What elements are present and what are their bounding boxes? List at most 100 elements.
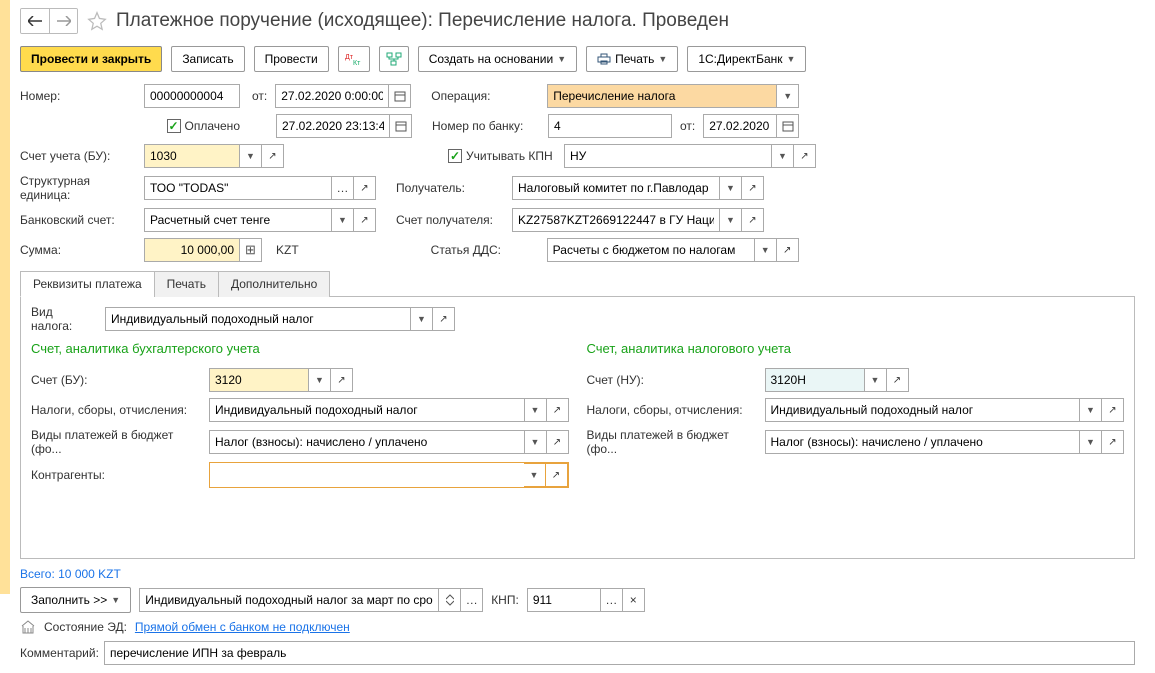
paytypes-nu-field[interactable] [765,430,1081,454]
knp-clear[interactable]: × [623,588,645,612]
recipient-field[interactable] [512,176,720,200]
fill-button[interactable]: Заполнить >> ▼ [20,587,131,613]
acc-bu-open[interactable]: ↗ [331,368,353,392]
paid-label: Оплачено [185,119,240,133]
knp-field[interactable] [527,588,601,612]
tax-type-open[interactable]: ↗ [433,307,455,331]
dds-field[interactable] [547,238,755,262]
paytypes-bu-dropdown[interactable]: ▼ [525,430,547,454]
counter-dropdown[interactable]: ▼ [524,463,546,487]
chevron-down-icon: ▼ [531,437,540,447]
chevron-down-icon: ▼ [761,245,770,255]
taxes-bu-dropdown[interactable]: ▼ [525,398,547,422]
bu-section-title: Счет, аналитика бухгалтерского учета [31,341,569,356]
tax-type-field[interactable] [105,307,411,331]
bank-acc-dropdown[interactable]: ▼ [332,208,354,232]
taxes-nu-dropdown[interactable]: ▼ [1080,398,1102,422]
fill-ellipsis[interactable]: … [461,588,483,612]
calendar-button-1[interactable] [389,84,411,108]
fill-spinner[interactable] [439,588,461,612]
paytypes-nu-open[interactable]: ↗ [1102,430,1124,454]
print-label: Печать [615,52,654,66]
tab-requisites[interactable]: Реквизиты платежа [20,271,155,297]
knp-ellipsis[interactable]: … [601,588,623,612]
date-field-3[interactable] [703,114,777,138]
fill-value-field[interactable] [139,588,439,612]
comment-field[interactable] [104,641,1135,665]
tab-additional[interactable]: Дополнительно [218,271,330,297]
acc-bu-field[interactable] [209,368,309,392]
create-based-button[interactable]: Создать на основании ▼ [418,46,577,72]
dds-open[interactable]: ↗ [777,238,799,262]
direct-bank-button[interactable]: 1С:ДиректБанк ▼ [687,46,806,72]
structure-button[interactable] [379,46,409,72]
acc-nu-open[interactable]: ↗ [887,368,909,392]
number-field[interactable] [144,84,240,108]
total-label: Всего: 10 000 KZT [20,567,1135,581]
bank-acc-open[interactable]: ↗ [354,208,376,232]
acc-nu-dropdown[interactable]: ▼ [865,368,887,392]
sum-field[interactable] [144,238,240,262]
struct-open[interactable]: ↗ [354,176,376,200]
open-icon: ↗ [337,375,345,386]
print-button[interactable]: Печать ▼ [586,46,678,72]
account-bu-field[interactable] [144,144,240,168]
clear-x-icon: × [630,593,637,607]
sum-label: Сумма: [20,243,136,257]
date-field-1[interactable] [275,84,389,108]
paytypes-bu-field[interactable] [209,430,525,454]
paid-checkbox[interactable] [167,119,181,133]
taxes-bu-open[interactable]: ↗ [547,398,569,422]
struct-ellipsis[interactable]: … [332,176,354,200]
post-button[interactable]: Провести [254,46,329,72]
ed-state-link[interactable]: Прямой обмен с банком не подключен [135,620,350,634]
paytypes-nu-label: Виды платежей в бюджет (фо... [587,428,757,456]
favorite-star-icon[interactable] [86,10,108,32]
bank-num-field[interactable] [548,114,672,138]
taxes-nu-field[interactable] [765,398,1081,422]
tax-type-dropdown[interactable]: ▼ [411,307,433,331]
calendar-button-2[interactable] [390,114,412,138]
kpn-field[interactable] [564,144,772,168]
ed-state-label: Состояние ЭД: [44,620,127,634]
acc-nu-label: Счет (НУ): [587,373,757,387]
recip-acc-open[interactable]: ↗ [742,208,764,232]
account-bu-dropdown[interactable]: ▼ [240,144,262,168]
chevron-down-icon: ▼ [1086,437,1095,447]
struct-field[interactable] [144,176,332,200]
bank-acc-field[interactable] [144,208,332,232]
sum-calc[interactable]: ⊞ [240,238,262,262]
open-icon: ↗ [1108,405,1116,416]
counter-open[interactable]: ↗ [546,463,568,487]
save-button[interactable]: Записать [171,46,244,72]
operation-dropdown[interactable]: ▼ [777,84,799,108]
kpn-label: Учитывать КПН [466,149,553,163]
tab-print[interactable]: Печать [154,271,219,297]
account-bu-open[interactable]: ↗ [262,144,284,168]
operation-field[interactable] [547,84,777,108]
paytypes-nu-dropdown[interactable]: ▼ [1080,430,1102,454]
open-icon: ↗ [360,215,368,226]
acc-nu-field[interactable] [765,368,865,392]
recipient-open[interactable]: ↗ [742,176,764,200]
comment-label: Комментарий: [20,646,96,660]
dds-dropdown[interactable]: ▼ [755,238,777,262]
calendar-button-3[interactable] [777,114,799,138]
date-field-2[interactable] [276,114,390,138]
paytypes-bu-open[interactable]: ↗ [547,430,569,454]
recipient-dropdown[interactable]: ▼ [720,176,742,200]
kpn-checkbox[interactable] [448,149,462,163]
acc-bu-dropdown[interactable]: ▼ [309,368,331,392]
kpn-open[interactable]: ↗ [794,144,816,168]
counter-field[interactable] [210,463,524,487]
recip-acc-field[interactable] [512,208,720,232]
post-and-close-button[interactable]: Провести и закрыть [20,46,162,72]
taxes-bu-field[interactable] [209,398,525,422]
recip-acc-dropdown[interactable]: ▼ [720,208,742,232]
dt-kt-button[interactable]: ДтКт [338,46,370,72]
kpn-dropdown[interactable]: ▼ [772,144,794,168]
taxes-nu-open[interactable]: ↗ [1102,398,1124,422]
back-button[interactable] [21,9,49,33]
forward-button[interactable] [49,9,77,33]
open-icon: ↗ [1108,437,1116,448]
